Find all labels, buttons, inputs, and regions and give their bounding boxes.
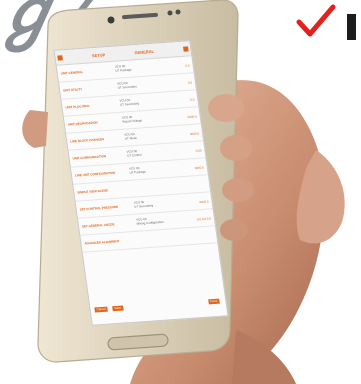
row-reading: 0.0 bbox=[187, 80, 193, 85]
row-value: VCU 00 UT Control bbox=[126, 148, 142, 158]
row-value: VCU 00 UT Secondary bbox=[116, 80, 137, 90]
finger bbox=[220, 135, 252, 161]
row-reading: 0.0 bbox=[189, 97, 195, 102]
tab-general[interactable]: GENERAL bbox=[134, 48, 154, 54]
row-reading: 0.0 bbox=[185, 63, 190, 68]
row-label: UNIT COMMUNICATION bbox=[72, 154, 107, 161]
row-label: ADVANCED ALIGNMENT bbox=[84, 239, 120, 246]
row-reading: 0.00 bbox=[195, 148, 202, 153]
save-button[interactable]: Save bbox=[112, 305, 124, 312]
left-finger-tip bbox=[22, 110, 48, 148]
row-label: UNIT DEGRADATION bbox=[67, 120, 98, 127]
row-reading: 0000.0 bbox=[199, 199, 209, 205]
done-button[interactable]: Done bbox=[208, 298, 220, 305]
menu-icon[interactable] bbox=[182, 45, 189, 52]
finger bbox=[222, 178, 254, 202]
finger bbox=[208, 94, 244, 122]
row-reading: 0000.0 bbox=[187, 114, 198, 120]
finger bbox=[220, 219, 248, 241]
row-label: UNIT GENERAL bbox=[60, 69, 84, 76]
row-label: LINE UNIT CONFIGURATION bbox=[74, 170, 116, 178]
cancel-button[interactable]: Cancel bbox=[94, 306, 109, 313]
row-value: VCU 00 Report Voltage bbox=[121, 114, 143, 124]
row-reading: 0000.0 bbox=[189, 131, 200, 137]
row-label: SET CONTROL PRESSURE bbox=[79, 204, 119, 212]
sensor-dot-icon bbox=[175, 9, 181, 15]
sensor-dot-icon bbox=[167, 10, 173, 16]
back-icon[interactable] bbox=[57, 54, 63, 61]
row-reading: 0000.0 bbox=[194, 165, 205, 171]
row-value: VCU 00 UT Secondary bbox=[133, 199, 154, 209]
settings-list: UNIT GENERAL VCU 00 UT Package 0.0 UNIT UTI… bbox=[56, 56, 218, 253]
row-label: LINE BLOCK CHANGES bbox=[69, 137, 105, 144]
row-label: UNIT UTILITY bbox=[62, 87, 83, 93]
row-value: VCU 00 Mixing Configuration bbox=[135, 216, 165, 226]
row-value: VCU 00 UT Secondary bbox=[119, 97, 140, 107]
front-camera-icon bbox=[107, 16, 115, 24]
row-label: SIMPLE VIEW BLEND bbox=[77, 188, 109, 195]
row-value: VCU 00 UT Package bbox=[114, 63, 132, 73]
tab-setup[interactable]: SETUP bbox=[92, 52, 106, 58]
row-label: SET GENERAL ABCDE bbox=[81, 222, 115, 229]
row-reading: 0.0 0.0 0.0 bbox=[196, 216, 212, 222]
row-value: VCU 00 UT Mode bbox=[123, 131, 138, 141]
row-value: VCU 00 UT Package bbox=[128, 165, 147, 175]
row-label: UNIT PLUG INFO bbox=[65, 103, 90, 110]
